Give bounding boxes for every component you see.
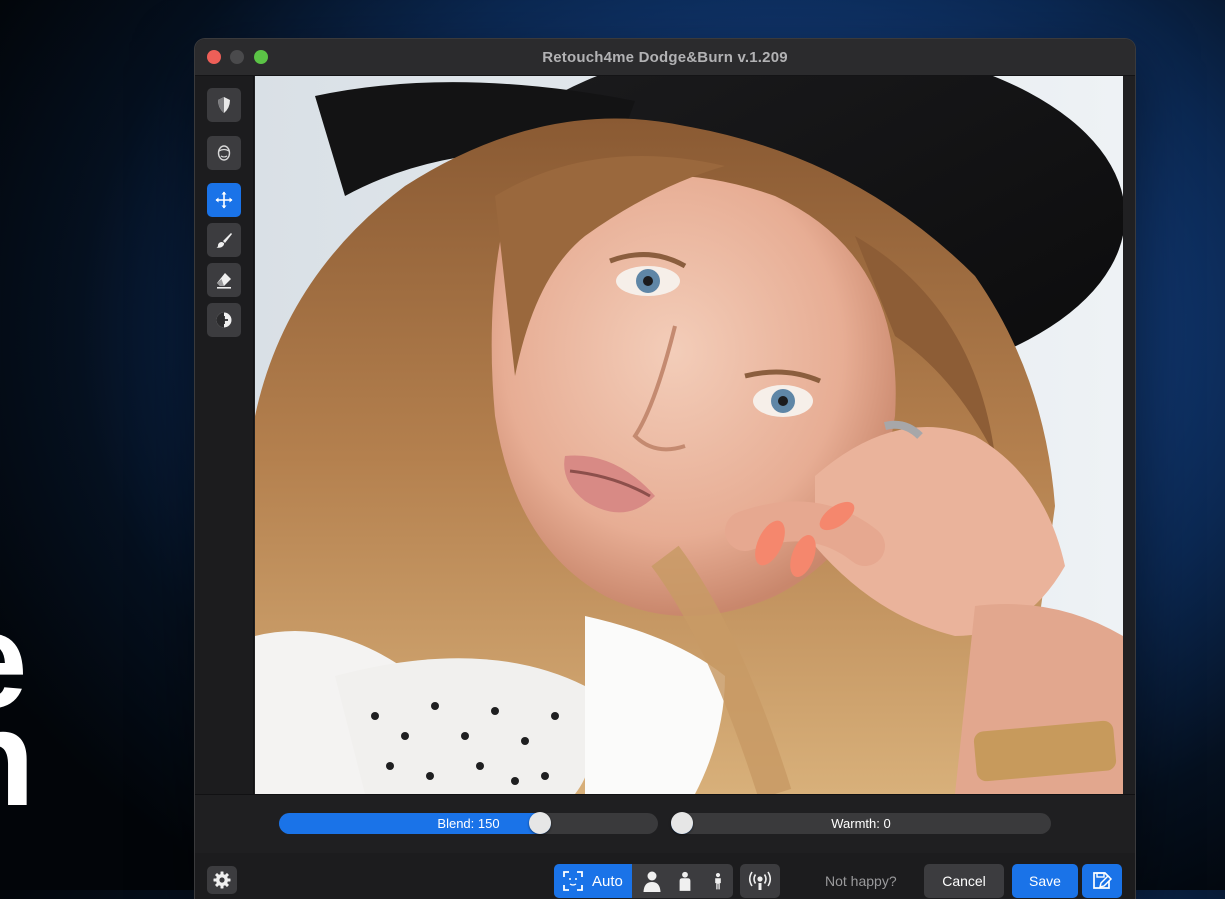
auto-crop-label: Auto bbox=[592, 872, 623, 890]
face-detect-icon bbox=[563, 871, 583, 891]
full-body-crop-button[interactable] bbox=[702, 864, 733, 898]
full-body-icon bbox=[714, 872, 721, 890]
tool-contrast-button[interactable] bbox=[207, 303, 241, 337]
gear-icon bbox=[213, 871, 231, 889]
contrast-icon bbox=[216, 312, 232, 328]
half-body-crop-button[interactable] bbox=[669, 864, 701, 898]
save-button[interactable]: Save bbox=[1012, 864, 1078, 898]
photo-canvas[interactable] bbox=[255, 76, 1123, 794]
tool-move-button[interactable] bbox=[207, 183, 241, 217]
tool-sidebar bbox=[195, 76, 254, 794]
half-body-icon bbox=[679, 871, 691, 891]
auto-crop-button[interactable]: Auto bbox=[554, 864, 632, 898]
warmth-slider[interactable]: Warmth: 0 bbox=[671, 812, 1051, 834]
shield-icon bbox=[218, 97, 230, 113]
title-bar: Retouch4me Dodge&Burn v.1.209 bbox=[195, 39, 1135, 76]
portrait-icon bbox=[643, 871, 661, 892]
app-window: Retouch4me Dodge&Burn v.1.209 Blend: 150… bbox=[195, 39, 1135, 899]
bottom-action-bar: Auto Not happy? Cancel Save bbox=[195, 853, 1135, 899]
tool-eraser-button[interactable] bbox=[207, 263, 241, 297]
tool-shield-button[interactable] bbox=[207, 88, 241, 122]
blend-slider-label: Blend: 150 bbox=[437, 816, 500, 831]
move-icon bbox=[215, 191, 233, 209]
face-icon bbox=[217, 145, 231, 161]
tool-brush-button[interactable] bbox=[207, 223, 241, 257]
adjustment-bar: Blend: 150 Warmth: 0 bbox=[195, 794, 1135, 854]
broadcast-icon bbox=[748, 871, 772, 890]
save-as-button[interactable] bbox=[1082, 864, 1122, 898]
save-edit-icon bbox=[1093, 872, 1113, 889]
window-title: Retouch4me Dodge&Burn v.1.209 bbox=[542, 49, 788, 66]
brush-icon bbox=[216, 233, 232, 248]
warmth-slider-handle[interactable] bbox=[671, 812, 693, 834]
portrait-crop-button[interactable] bbox=[636, 864, 668, 898]
not-happy-link[interactable]: Not happy? bbox=[825, 873, 897, 889]
live-preview-button[interactable] bbox=[740, 864, 780, 898]
background-headline-line2: n bbox=[0, 690, 35, 826]
warmth-slider-label: Warmth: 0 bbox=[831, 816, 891, 831]
blend-slider[interactable]: Blend: 150 bbox=[279, 812, 658, 834]
eraser-icon bbox=[217, 273, 231, 289]
tool-face-button[interactable] bbox=[207, 136, 241, 170]
cancel-button[interactable]: Cancel bbox=[924, 864, 1004, 898]
portrait-photo bbox=[255, 76, 1123, 794]
blend-slider-handle[interactable] bbox=[529, 812, 551, 834]
